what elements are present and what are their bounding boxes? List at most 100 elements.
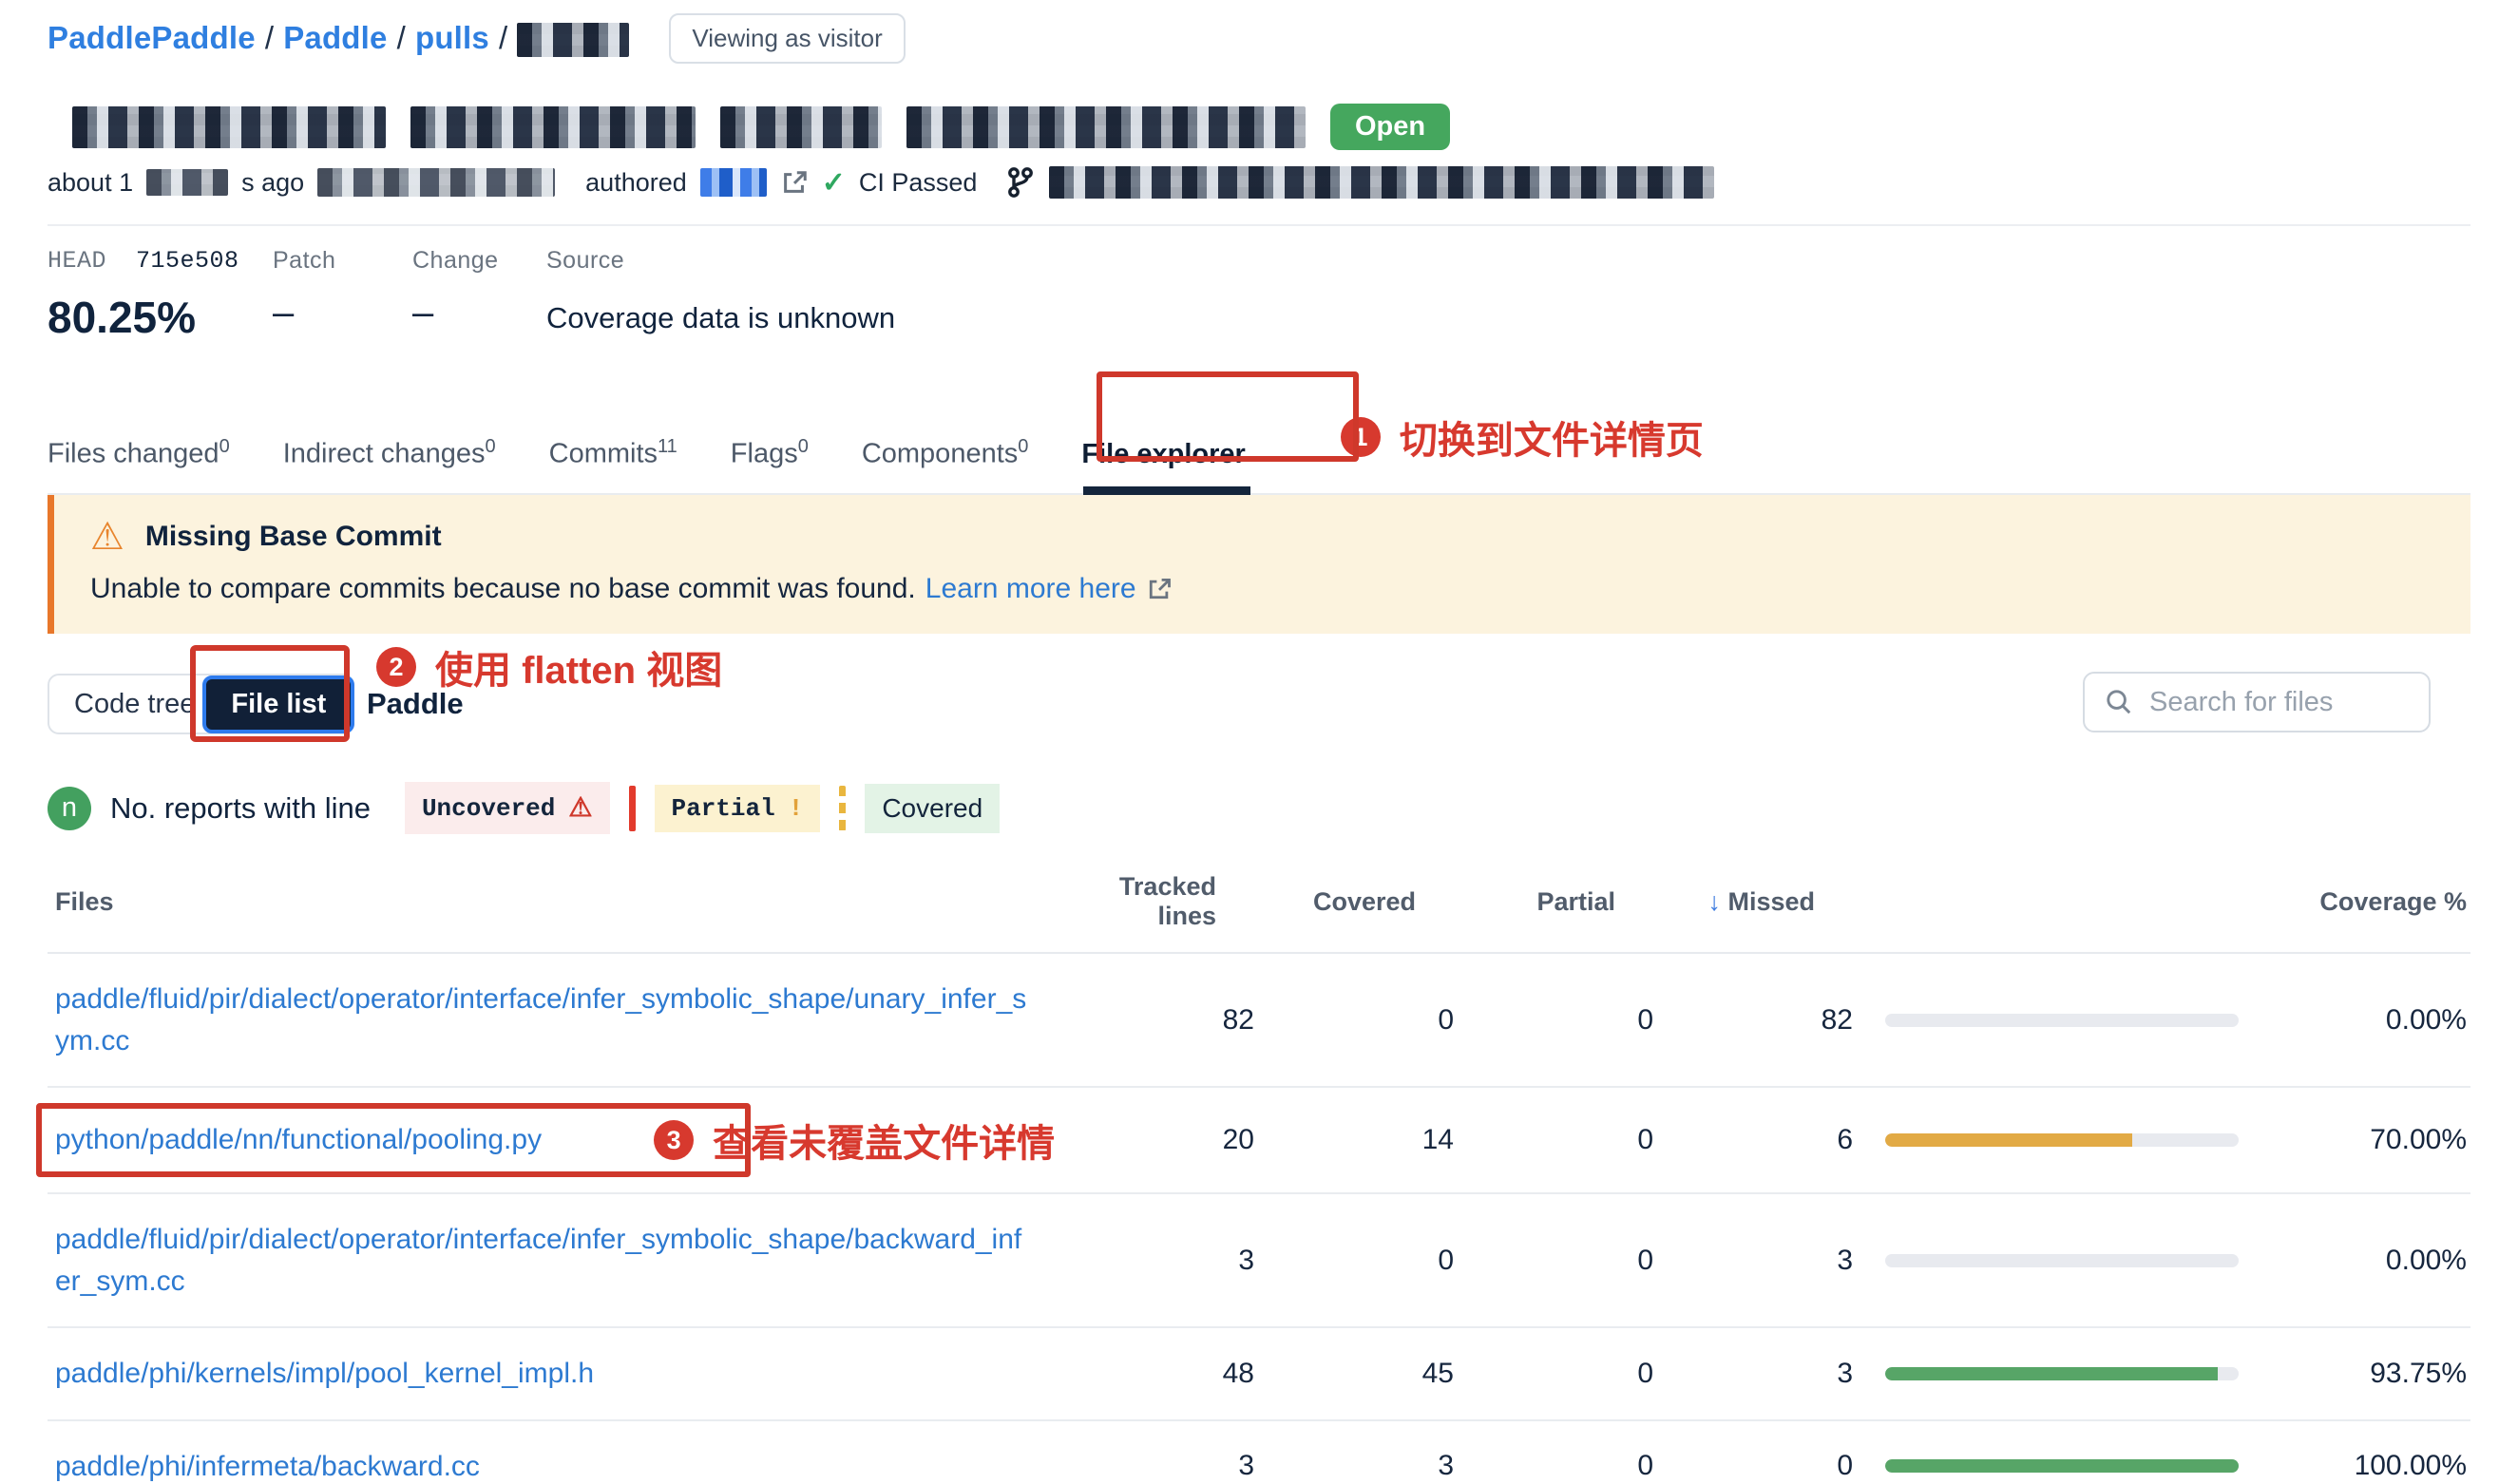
file-link[interactable]: python/paddle/nn/functional/pooling.py [55, 1119, 542, 1161]
coverage-percent: 93.75% [2271, 1358, 2470, 1390]
ci-check-icon: ✓ [822, 166, 846, 200]
annotation-2-text: 使用 flatten 视图 [435, 639, 722, 694]
change-label: Change [412, 247, 546, 275]
annotation-3-number: 3 [654, 1120, 694, 1160]
tracked-value: 3 [1102, 1450, 1254, 1482]
tab-bar: Files changed0 Indirect changes0 Commits… [48, 409, 2470, 495]
search-icon [2104, 687, 2134, 717]
missed-value: 3 [1653, 1245, 1853, 1277]
stats-row: HEAD 715e508 80.25% Patch – Change – Sou… [48, 247, 2470, 343]
breadcrumb-repo-link[interactable]: Paddle [283, 20, 387, 55]
source-value: Coverage data is unknown [546, 292, 895, 335]
covered-value: 45 [1254, 1358, 1454, 1390]
partial-value: 0 [1454, 1124, 1653, 1156]
pr-age-suffix: s ago [241, 168, 304, 198]
partial-value: 0 [1454, 1004, 1653, 1037]
file-link[interactable]: paddle/fluid/pir/dialect/operator/interf… [55, 979, 1034, 1061]
covered-value: 0 [1254, 1245, 1454, 1277]
missing-base-commit-banner: ⚠ Missing Base Commit Unable to compare … [48, 495, 2470, 634]
coverage-bar [1885, 1133, 2239, 1147]
change-value: – [412, 292, 546, 334]
table-row: paddle/phi/kernels/impl/pool_kernel_impl… [48, 1328, 2470, 1421]
partial-value: 0 [1454, 1450, 1653, 1482]
viewing-as-visitor-badge: Viewing as visitor [669, 13, 905, 64]
tracked-value: 82 [1102, 1004, 1254, 1037]
file-explorer-toolbar: 2 使用 flatten 视图 Code tree File list Padd… [48, 639, 2470, 763]
coverage-percent: 0.00% [2271, 1245, 2470, 1277]
breadcrumb: PaddlePaddle/Paddle/pulls/ Viewing as vi… [48, 13, 2470, 64]
pr-authored-label: authored [585, 168, 687, 198]
tracked-value: 3 [1102, 1245, 1254, 1277]
redacted-branch-info [317, 168, 555, 197]
partial-value: 0 [1454, 1245, 1653, 1277]
tab-components[interactable]: Components0 [862, 436, 1029, 470]
ci-passed-label: CI Passed [859, 168, 978, 198]
tab-files-changed[interactable]: Files changed0 [48, 436, 230, 470]
legend-covered-chip: Covered [865, 784, 1000, 833]
redacted-pr-title [720, 106, 882, 148]
sort-arrow-icon: ↓ [1707, 887, 1721, 916]
branch-icon [1005, 165, 1036, 200]
missed-value: 82 [1653, 1004, 1853, 1037]
col-covered[interactable]: Covered [1216, 887, 1416, 917]
reports-count-icon: n [48, 787, 91, 830]
covered-value: 0 [1254, 1004, 1454, 1037]
warning-icon: ⚠ [90, 518, 124, 556]
breadcrumb-links: PaddlePaddle/Paddle/pulls/ [48, 20, 629, 57]
head-sha: 715e508 [136, 247, 239, 275]
coverage-legend: n No. reports with line Uncovered⚠ Parti… [48, 782, 2470, 834]
code-tree-button[interactable]: Code tree [74, 689, 202, 720]
breadcrumb-org-link[interactable]: PaddlePaddle [48, 20, 256, 55]
partial-line-sample [839, 786, 846, 831]
tab-flags[interactable]: Flags0 [731, 436, 809, 470]
search-input[interactable] [2149, 687, 2410, 718]
file-link[interactable]: paddle/phi/infermeta/backward.cc [55, 1446, 480, 1484]
annotation-1: 1 切换到文件详情页 [1341, 409, 1704, 465]
coverage-percent: 0.00% [2271, 1004, 2470, 1037]
stat-head: HEAD 715e508 80.25% [48, 247, 273, 343]
breadcrumb-sep: / [388, 20, 415, 55]
table-row: paddle/fluid/pir/dialect/operator/interf… [48, 1194, 2470, 1328]
learn-more-link[interactable]: Learn more here [925, 573, 1136, 605]
banner-title: Missing Base Commit [145, 521, 442, 553]
table-row: paddle/fluid/pir/dialect/operator/interf… [48, 954, 2470, 1088]
coverage-bar [1885, 1254, 2239, 1267]
breadcrumb-sep: / [256, 20, 283, 55]
uncovered-warning-icon: ⚠ [568, 791, 592, 825]
tab-commits[interactable]: Commits11 [549, 436, 677, 470]
view-toggle: Code tree File list [48, 674, 354, 734]
tab-file-explorer[interactable]: File explorer [1081, 439, 1245, 470]
pr-status-badge: Open [1330, 104, 1450, 150]
tracked-value: 20 [1102, 1124, 1254, 1156]
pr-meta-row: about 1 s ago authored ✓ CI Passed [48, 165, 2470, 200]
external-link-icon[interactable] [780, 168, 809, 197]
file-link[interactable]: paddle/phi/kernels/impl/pool_kernel_impl… [55, 1353, 594, 1395]
table-row: paddle/phi/infermeta/backward.cc 3 3 0 0… [48, 1421, 2470, 1484]
col-coverage[interactable]: Coverage % [2233, 887, 2470, 917]
redacted-pr-title [410, 106, 696, 148]
file-list-button[interactable]: File list [202, 675, 354, 733]
coverage-bar [1885, 1014, 2239, 1027]
partial-warning-icon: ! [789, 794, 804, 823]
coverage-percent: 70.00% [2271, 1124, 2470, 1156]
col-partial[interactable]: Partial [1416, 887, 1615, 917]
covered-value: 3 [1254, 1450, 1454, 1482]
banner-body: Unable to compare commits because no bas… [90, 573, 916, 605]
col-tracked[interactable]: Tracked lines [1064, 872, 1216, 931]
annotation-1-text: 切换到文件详情页 [1400, 409, 1704, 465]
file-link[interactable]: paddle/fluid/pir/dialect/operator/interf… [55, 1219, 1034, 1302]
redacted-age [146, 169, 228, 196]
legend-partial-chip: Partial! [655, 785, 821, 832]
missed-value: 0 [1653, 1450, 1853, 1482]
source-label: Source [546, 247, 895, 275]
patch-label: Patch [273, 247, 412, 275]
breadcrumb-pulls-link[interactable]: pulls [415, 20, 489, 55]
annotation-3: 3 查看未覆盖文件详情 [654, 1113, 1055, 1168]
col-files[interactable]: Files [48, 887, 1064, 917]
missed-value: 6 [1653, 1124, 1853, 1156]
tab-indirect-changes[interactable]: Indirect changes0 [283, 436, 496, 470]
stat-source: Source Coverage data is unknown [546, 247, 895, 343]
col-missed[interactable]: ↓ Missed [1615, 887, 1815, 917]
external-link-icon [1146, 576, 1173, 602]
patch-value: – [273, 292, 412, 334]
